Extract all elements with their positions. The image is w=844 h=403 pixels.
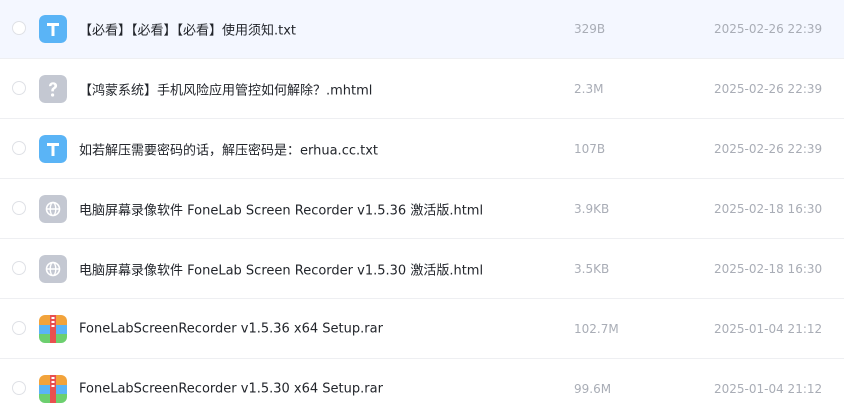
file-row[interactable]: 电脑屏幕录像软件 FoneLab Screen Recorder v1.5.30… (0, 240, 844, 299)
row-checkbox[interactable] (12, 141, 26, 155)
file-date: 2025-02-26 22:39 (714, 22, 823, 36)
file-size: 329B (574, 22, 606, 36)
file-name[interactable]: FoneLabScreenRecorder v1.5.30 x64 Setup.… (79, 382, 383, 397)
file-row[interactable]: 电脑屏幕录像软件 FoneLab Screen Recorder v1.5.36… (0, 180, 844, 239)
file-date: 2025-02-18 16:30 (714, 262, 823, 276)
row-checkbox[interactable] (12, 21, 26, 35)
file-name[interactable]: 如若解压需要密码的话，解压密码是：erhua.cc.txt (79, 140, 378, 159)
file-name[interactable]: 电脑屏幕录像软件 FoneLab Screen Recorder v1.5.30… (79, 260, 483, 279)
file-row[interactable]: 【必看】【必看】【必看】使用须知.txt 329B 2025-02-26 22:… (0, 0, 844, 59)
unknown-file-icon (39, 75, 67, 103)
file-date: 2025-02-26 22:39 (714, 82, 823, 96)
file-row[interactable]: FoneLabScreenRecorder v1.5.36 x64 Setup.… (0, 300, 844, 359)
row-checkbox[interactable] (12, 261, 26, 275)
file-size: 3.5KB (574, 262, 610, 276)
file-name[interactable]: 【必看】【必看】【必看】使用须知.txt (79, 20, 296, 39)
file-row[interactable]: 如若解压需要密码的话，解压密码是：erhua.cc.txt 107B 2025-… (0, 120, 844, 179)
row-checkbox[interactable] (12, 321, 26, 335)
row-checkbox[interactable] (12, 201, 26, 215)
file-size: 99.6M (574, 382, 612, 396)
text-file-icon (39, 135, 67, 163)
file-date: 2025-01-04 21:12 (714, 322, 823, 336)
file-row[interactable]: FoneLabScreenRecorder v1.5.30 x64 Setup.… (0, 360, 844, 403)
row-checkbox[interactable] (12, 381, 26, 395)
file-size: 2.3M (574, 82, 604, 96)
file-date: 2025-02-18 16:30 (714, 202, 823, 216)
web-file-icon (39, 195, 67, 223)
archive-file-icon (39, 375, 67, 403)
file-row[interactable]: 【鸿蒙系统】手机风险应用管控如何解除？.mhtml 2.3M 2025-02-2… (0, 60, 844, 119)
row-checkbox[interactable] (12, 81, 26, 95)
text-file-icon (39, 15, 67, 43)
file-size: 102.7M (574, 322, 619, 336)
file-size: 3.9KB (574, 202, 610, 216)
file-name[interactable]: 电脑屏幕录像软件 FoneLab Screen Recorder v1.5.36… (79, 200, 483, 219)
file-date: 2025-01-04 21:12 (714, 382, 823, 396)
file-name[interactable]: 【鸿蒙系统】手机风险应用管控如何解除？.mhtml (79, 80, 372, 99)
web-file-icon (39, 255, 67, 283)
file-size: 107B (574, 142, 606, 156)
file-date: 2025-02-26 22:39 (714, 142, 823, 156)
archive-file-icon (39, 315, 67, 343)
file-name[interactable]: FoneLabScreenRecorder v1.5.36 x64 Setup.… (79, 322, 383, 337)
file-list: 【必看】【必看】【必看】使用须知.txt 329B 2025-02-26 22:… (0, 0, 844, 403)
